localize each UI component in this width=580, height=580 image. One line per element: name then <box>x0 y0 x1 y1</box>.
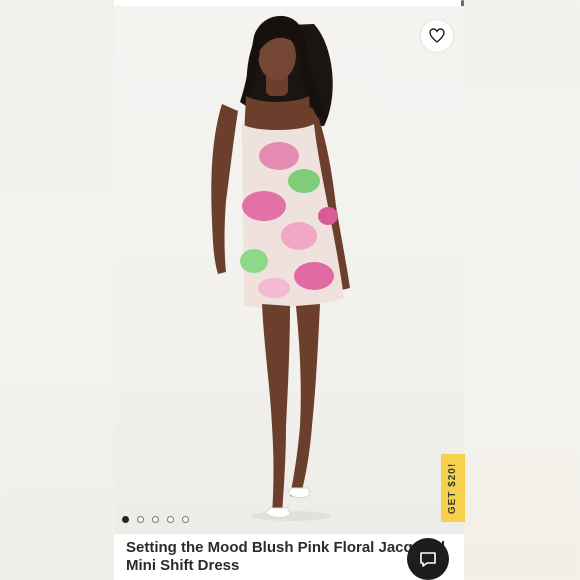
background-blur-left <box>0 0 114 580</box>
promo-label: GET $20! <box>447 462 459 514</box>
carousel-dot[interactable] <box>182 516 189 523</box>
chat-bubble-icon <box>420 552 436 567</box>
promo-tab[interactable]: GET $20! <box>441 454 465 522</box>
model-photo <box>211 15 350 521</box>
carousel-dot[interactable] <box>137 516 144 523</box>
carousel-dot[interactable] <box>152 516 159 523</box>
wishlist-button[interactable] <box>421 20 453 52</box>
chat-button[interactable] <box>407 538 449 580</box>
product-image[interactable] <box>114 6 464 534</box>
product-title-line2: Mini Shift Dress <box>126 557 240 574</box>
carousel-dots <box>122 516 189 523</box>
heart-icon <box>429 28 445 43</box>
carousel-dot[interactable] <box>167 516 174 523</box>
background-blur-right <box>464 0 580 580</box>
carousel-dot[interactable] <box>122 516 129 523</box>
